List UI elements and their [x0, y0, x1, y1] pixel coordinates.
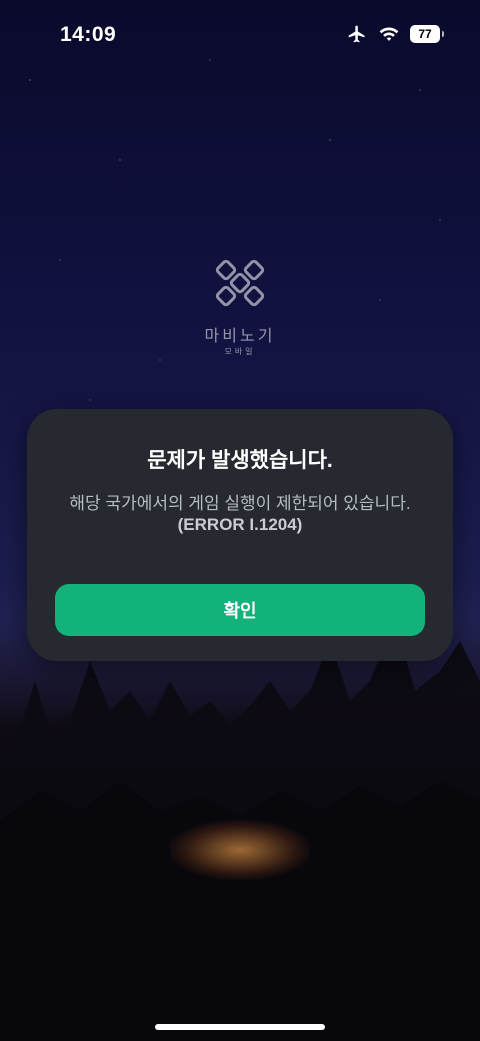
status-time: 14:09	[60, 23, 117, 46]
status-icons: 77	[346, 24, 444, 44]
dialog-message: 해당 국가에서의 게임 실행이 제한되어 있습니다.	[69, 494, 411, 513]
campfire-glow	[170, 820, 310, 880]
mabinogi-mobile-logo: 마비노기 모바일	[190, 255, 290, 357]
error-dialog: 문제가 발생했습니다. 해당 국가에서의 게임 실행이 제한되어 있습니다. (…	[27, 409, 453, 661]
battery-icon: 77	[410, 25, 444, 43]
airplane-icon	[348, 25, 365, 43]
wifi-icon	[379, 27, 399, 41]
knot-emblem-icon	[215, 259, 265, 307]
status-bar: 14:09 77	[0, 0, 480, 70]
logo-subtitle: 모바일	[224, 347, 256, 356]
logo-name: 마비노기	[204, 328, 276, 345]
dialog-title: 문제가 발생했습니다.	[147, 449, 333, 472]
error-code: (ERROR I.1204)	[177, 515, 303, 534]
home-indicator[interactable]	[155, 1024, 325, 1030]
confirm-button[interactable]: 확인	[55, 584, 425, 636]
